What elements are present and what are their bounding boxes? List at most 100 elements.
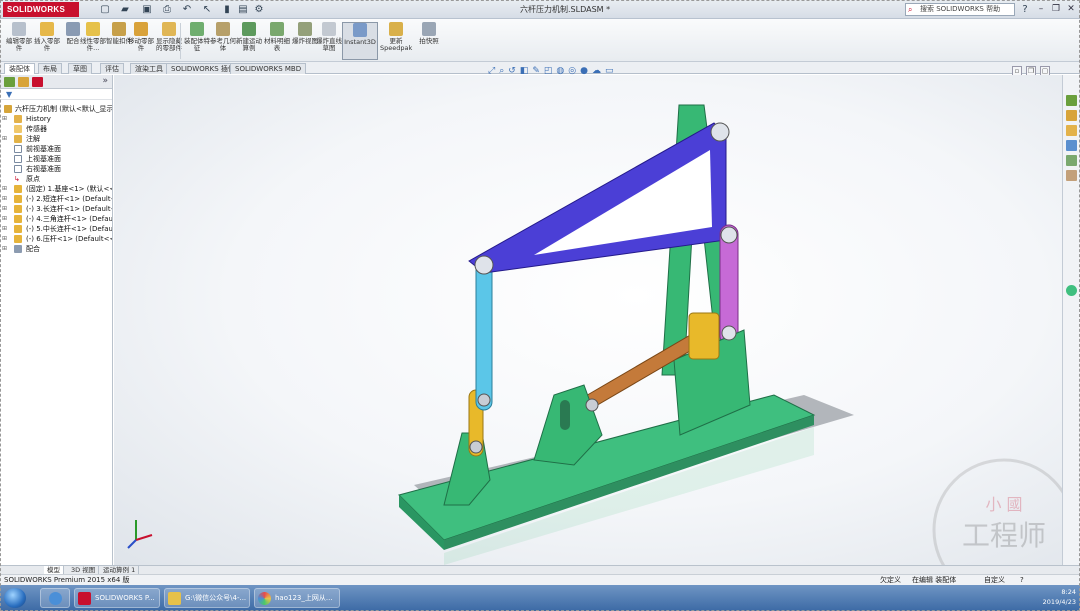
tree-item-front-plane[interactable]: 前视基准面 (0, 144, 112, 154)
view-palette-icon[interactable] (1066, 140, 1077, 151)
close-icon[interactable]: ✕ (1064, 2, 1078, 16)
tree-item-component-mid-link[interactable]: ⊞ (-) 5.中长连杆<1> (Default (0, 224, 112, 234)
joint-pin (474, 255, 494, 275)
open-folder-icon[interactable]: ▰ (118, 3, 132, 16)
assembly-model: 小 國 工程师 (127, 104, 1062, 565)
taskbar-browser[interactable]: hao123_上网从... (254, 588, 340, 608)
bill-of-materials-button[interactable]: 材料明细表 (262, 22, 292, 60)
new-motion-study-button[interactable]: 新建运动算例 (234, 22, 264, 60)
tree-item-label: (-) 4.三角连杆<1> (Default (26, 215, 112, 223)
tree-item-component-triangle-link[interactable]: ⊞ (-) 4.三角连杆<1> (Default (0, 214, 112, 224)
part-icon (14, 185, 22, 193)
part-icon (14, 215, 22, 223)
expand-icon[interactable]: ⊞ (2, 134, 7, 144)
update-speedpak-button[interactable]: 更新Speedpak (380, 22, 412, 60)
coordinate-triad (127, 520, 153, 549)
take-snapshot-button[interactable]: 拍快照 (414, 22, 444, 60)
tree-item-top-plane[interactable]: 上视基准面 (0, 154, 112, 164)
tree-root[interactable]: 六杆压力机制 (默认<默认_显示 (0, 104, 112, 114)
cmd-label: 装配体特征 (184, 37, 210, 52)
expand-task-pane-icon[interactable] (1066, 285, 1077, 296)
design-library-icon[interactable] (1066, 110, 1077, 121)
options-icon[interactable]: ⚙ (252, 3, 266, 16)
folder-icon (168, 592, 181, 605)
tab-evaluate[interactable]: 评估 (100, 63, 124, 74)
annotation-icon (14, 135, 22, 143)
tree-item-annotations[interactable]: ⊞ 注解 (0, 134, 112, 144)
property-manager-tab-icon[interactable] (18, 77, 29, 87)
system-tray[interactable]: 8:24 2019/4/23 (1043, 587, 1076, 607)
slider-yellow[interactable] (688, 312, 720, 360)
tab-layout[interactable]: 布局 (38, 63, 62, 74)
filter-icon[interactable]: ▼ (0, 89, 112, 100)
expand-icon[interactable]: ⊞ (2, 184, 7, 194)
cmd-label: Instant3D (344, 38, 376, 46)
long-link[interactable] (475, 259, 493, 411)
expand-icon[interactable]: ⊞ (2, 234, 7, 244)
insert-component-icon (40, 22, 54, 36)
save-icon[interactable]: ▣ (140, 3, 154, 16)
tree-item-label: (-) 6.压杆<1> (Default<<D (26, 235, 112, 243)
tab-solidworks-mbd[interactable]: SOLIDWORKS MBD (230, 63, 307, 74)
new-document-icon[interactable]: ▢ (98, 3, 112, 16)
feature-tree-tab-icon[interactable] (4, 77, 15, 87)
move-component-button[interactable]: 移动零部件 (126, 22, 156, 60)
tree-item-component-short-link[interactable]: ⊞ (-) 2.短连杆<1> (Default<< (0, 194, 112, 204)
tree-item-component-press-rod[interactable]: ⊞ (-) 6.压杆<1> (Default<<D (0, 234, 112, 244)
taskbar-solidworks[interactable]: SOLIDWORKS P... (74, 588, 160, 608)
expand-icon[interactable]: ⊞ (2, 114, 7, 124)
graphics-viewport[interactable]: 小 國 工程师 (114, 75, 1062, 565)
tree-item-label: (-) 3.长连杆<1> (Default<< (26, 205, 112, 213)
tab-render-tools[interactable]: 渲染工具 (130, 63, 168, 74)
help-button[interactable]: ? (1018, 3, 1032, 16)
snapshot-icon (422, 22, 436, 36)
tree-item-sensors[interactable]: 传感器 (0, 124, 112, 134)
file-explorer-icon[interactable] (1066, 125, 1077, 136)
solidworks-icon (78, 592, 91, 605)
taskbar-explorer[interactable]: G:\微信公众号\4-... (164, 588, 250, 608)
feature-manager-panel: » ▼ 六杆压力机制 (默认<默认_显示 ⊞ History 传感器 ⊞ 注解 … (0, 75, 113, 565)
instant3d-button[interactable]: Instant3D (342, 22, 378, 60)
rebuild-icon[interactable]: ▮ (220, 3, 234, 16)
edit-component-button[interactable]: 编辑零部件 (4, 22, 34, 60)
tree-item-origin[interactable]: ↳ 原点 (0, 174, 112, 184)
print-icon[interactable]: ⎙ (160, 3, 174, 16)
expand-icon[interactable]: ⊞ (2, 244, 7, 254)
solidworks-logo[interactable]: SOLIDWORKS (3, 2, 79, 17)
linear-pattern-icon (86, 22, 100, 36)
start-button[interactable] (4, 588, 26, 608)
explode-line-sketch-button[interactable]: 爆炸直线草图 (314, 22, 344, 60)
tree-item-label: 配合 (26, 245, 40, 253)
expand-icon[interactable]: ⊞ (2, 214, 7, 224)
tree-item-component-long-link[interactable]: ⊞ (-) 3.长连杆<1> (Default<< (0, 204, 112, 214)
taskbar-pinned-app[interactable] (40, 588, 70, 608)
tree-item-component-base[interactable]: ⊞ (固定) 1.基座<1> (默认<<默 (0, 184, 112, 194)
appearances-icon[interactable] (1066, 155, 1077, 166)
cmd-label: 拍快照 (419, 37, 439, 45)
tab-assembly[interactable]: 装配体 (4, 63, 35, 74)
expand-icon[interactable]: ⊞ (2, 224, 7, 234)
tree-item-right-plane[interactable]: 右视基准面 (0, 164, 112, 174)
custom-properties-icon[interactable] (1066, 170, 1077, 181)
tree-item-history[interactable]: ⊞ History (0, 114, 112, 124)
undo-icon[interactable]: ↶ (180, 3, 194, 16)
chevron-right-icon[interactable]: » (102, 76, 108, 86)
tab-sketch[interactable]: 草图 (68, 63, 92, 74)
joint-pin (585, 398, 599, 412)
part-icon (14, 225, 22, 233)
origin-icon: ↳ (14, 175, 20, 183)
expand-icon[interactable]: ⊞ (2, 194, 7, 204)
expand-icon[interactable]: ⊞ (2, 204, 7, 214)
resources-icon[interactable] (1066, 95, 1077, 106)
tab-solidworks-addins[interactable]: SOLIDWORKS 插件 (166, 63, 240, 74)
minimize-icon[interactable]: – (1034, 2, 1048, 16)
tree-item-mates[interactable]: ⊞ 配合 (0, 244, 112, 254)
file-properties-icon[interactable]: ▤ (236, 3, 250, 16)
exploded-view-icon (298, 22, 312, 36)
help-search-input[interactable]: ⌕ 搜索 SOLIDWORKS 帮助 (905, 3, 1015, 16)
select-arrow-icon[interactable]: ↖ (200, 3, 214, 16)
part-icon (14, 235, 22, 243)
restore-icon[interactable]: ❐ (1049, 2, 1063, 16)
windows-taskbar: SOLIDWORKS P... G:\微信公众号\4-... hao123_上网… (0, 585, 1080, 611)
display-manager-tab-icon[interactable] (32, 77, 43, 87)
